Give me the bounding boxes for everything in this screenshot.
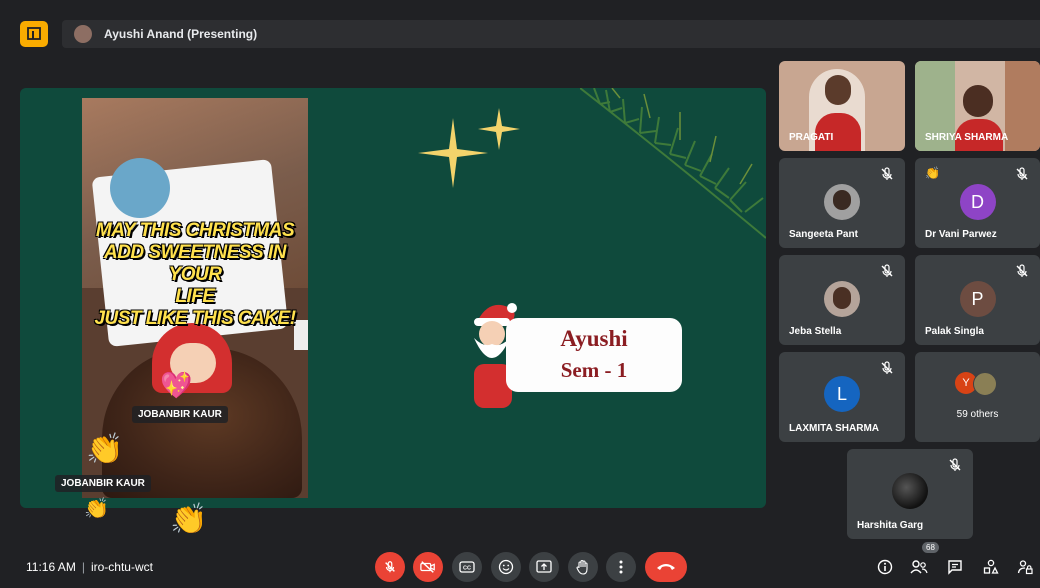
captions-button[interactable]: CC: [452, 552, 482, 582]
participant-tile[interactable]: L LAXMITA SHARMA: [779, 352, 905, 442]
mic-off-icon: [1016, 167, 1028, 180]
participant-tile[interactable]: P Palak Singla: [915, 255, 1040, 345]
mic-off-icon: [1016, 264, 1028, 277]
participant-avatar: P: [959, 281, 996, 317]
info-icon: [877, 559, 893, 575]
participant-name: Sangeeta Pant: [789, 229, 858, 240]
participant-name: Palak Singla: [925, 326, 984, 337]
reaction-name-tag: JOBANBIR KAUR: [132, 406, 228, 423]
participant-avatar: [824, 281, 860, 317]
participant-avatar: D: [959, 184, 996, 220]
svg-text:CC: CC: [463, 566, 471, 572]
captions-icon: CC: [459, 561, 475, 573]
participant-avatar: [824, 184, 860, 220]
others-count: 59 others: [956, 409, 999, 420]
participant-tile[interactable]: 👏 D Dr Vani Parwez: [915, 158, 1040, 248]
clapping-hands-icon: 👏: [170, 503, 208, 536]
chat-icon: [948, 560, 962, 575]
mic-off-icon: [385, 561, 395, 573]
presenter-label: Ayushi Anand (Presenting): [104, 27, 258, 41]
meeting-info: 11:16 AM | iro-chtu-wct: [26, 560, 153, 574]
activities-button[interactable]: [980, 556, 1002, 578]
clock-time: 11:16 AM: [26, 560, 76, 574]
host-controls-button[interactable]: [1014, 556, 1036, 578]
mic-off-icon: [949, 458, 961, 471]
participant-tile[interactable]: PRAGATI: [779, 61, 905, 151]
chat-button[interactable]: [944, 556, 966, 578]
participant-name: LAXMITA SHARMA: [789, 423, 879, 434]
card-semester: Sem - 1: [560, 358, 628, 382]
participant-tile[interactable]: Sangeeta Pant: [779, 158, 905, 248]
raised-hand-reaction-icon: 👏: [925, 166, 940, 180]
participant-avatar: [892, 473, 928, 509]
pine-branch-icon: [580, 88, 766, 239]
more-vert-icon: [619, 560, 623, 574]
people-count-badge: 68: [922, 542, 939, 553]
clapping-hands-icon: 👏: [86, 433, 124, 466]
heart-reaction-icon: 💖: [160, 370, 193, 400]
mic-off-icon: [881, 361, 893, 374]
camera-toggle-button[interactable]: [413, 552, 443, 582]
participant-name: PRAGATI: [789, 132, 834, 143]
mic-off-icon: [881, 264, 893, 277]
people-button[interactable]: [908, 556, 930, 578]
top-bar: Ayushi Anand (Presenting): [0, 0, 1040, 50]
reactions-button[interactable]: [491, 552, 521, 582]
participant-name: Dr Vani Parwez: [925, 229, 997, 240]
hang-up-icon: [657, 564, 675, 570]
presenting-banner[interactable]: Ayushi Anand (Presenting): [62, 20, 1040, 48]
mic-toggle-button[interactable]: [375, 552, 405, 582]
meeting-code: iro-chtu-wct: [90, 560, 153, 574]
leave-call-button[interactable]: [645, 552, 687, 582]
sparkle-small-icon: [478, 108, 520, 150]
presentation-stage: MAY THIS CHRISTMAS ADD SWEETNESS IN YOUR…: [20, 88, 766, 508]
participant-name: SHRIYA SHARMA: [925, 132, 1009, 143]
shapes-icon: [983, 559, 999, 574]
participant-avatar: L: [824, 376, 860, 412]
presenter-avatar: [74, 25, 92, 43]
lock-person-icon: [1017, 560, 1033, 575]
participant-tile[interactable]: SHRIYA SHARMA: [915, 61, 1040, 151]
meet-presentation-icon[interactable]: [20, 21, 48, 47]
meeting-details-button[interactable]: [874, 556, 896, 578]
present-screen-button[interactable]: [529, 552, 559, 582]
present-icon: [536, 560, 552, 573]
participant-name: Harshita Garg: [857, 520, 924, 531]
others-tile[interactable]: Y 59 others: [915, 352, 1040, 442]
bottom-bar: 11:16 AM | iro-chtu-wct CC: [0, 548, 1040, 588]
participant-tile[interactable]: Jeba Stella: [779, 255, 905, 345]
christmas-message: MAY THIS CHRISTMAS ADD SWEETNESS IN YOUR…: [94, 220, 296, 329]
more-options-button[interactable]: [606, 552, 636, 582]
card-name: Ayushi: [560, 326, 628, 351]
camera-off-icon: [420, 561, 435, 573]
participant-tile[interactable]: Harshita Garg: [847, 449, 973, 539]
raise-hand-button[interactable]: [568, 552, 598, 582]
clapping-hands-icon: 👏: [84, 498, 109, 520]
participant-avatar: [973, 372, 997, 396]
participant-name: Jeba Stella: [789, 326, 842, 337]
hand-icon: [576, 559, 588, 575]
reaction-name-tag: JOBANBIR KAUR: [55, 475, 151, 492]
mic-off-icon: [881, 167, 893, 180]
name-card: Ayushi Sem - 1: [506, 318, 682, 392]
emoji-icon: [498, 559, 514, 575]
people-icon: [910, 560, 928, 574]
